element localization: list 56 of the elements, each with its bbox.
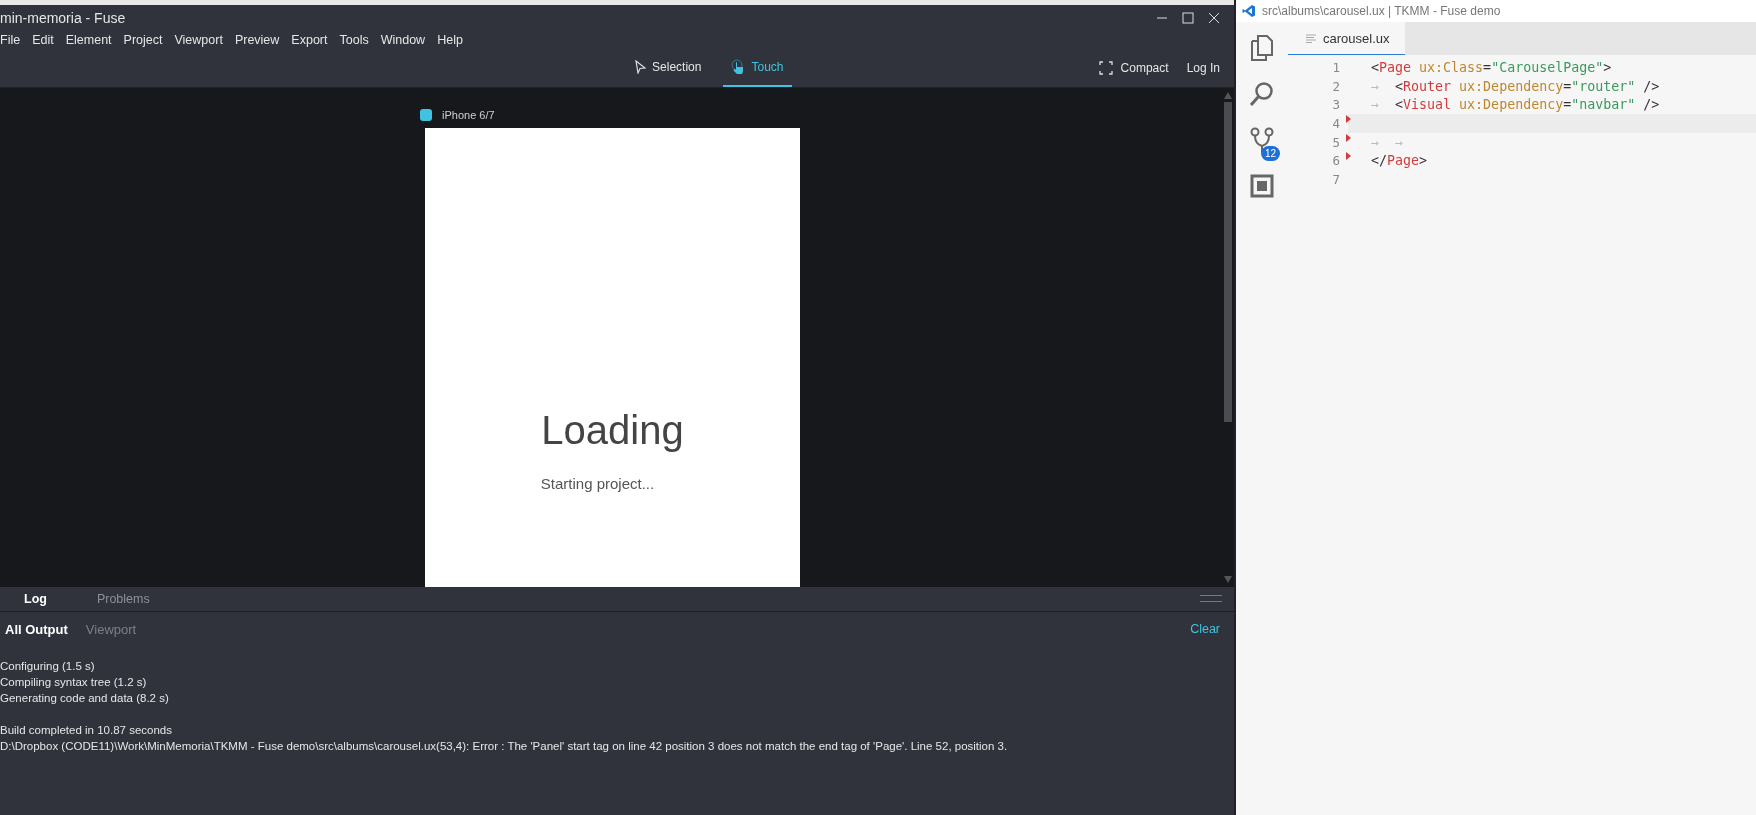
log-line: D:\Dropbox (CODE11)\Work\MinMemoria\TKMM - Fuse demo\src\albums\carousel.ux(53,4): Error : The 'Panel' start tag on line 42 position 3 does not match the end tag of 'Page'. Line 52, position 3. [0, 739, 1009, 754]
scroll-up-icon[interactable] [1224, 92, 1232, 99]
log-line: Configuring (1.5 s) [0, 659, 96, 674]
code-text: → <Router ux:Dependency="router" /> [1371, 78, 1660, 94]
cursor-icon [635, 60, 647, 74]
maximize-icon[interactable] [1182, 12, 1194, 24]
line-number: 5 [1331, 134, 1340, 150]
menu-item[interactable]: Help [437, 33, 463, 47]
compact-button[interactable]: Compact [1098, 61, 1169, 75]
mode-tab[interactable]: Selection [627, 49, 710, 87]
window-title: min-memoria - Fuse [0, 10, 126, 26]
menu-item[interactable]: Window [380, 33, 426, 47]
line-number: 7 [1331, 171, 1340, 187]
device-label: iPhone 6/7 [442, 109, 495, 121]
code-text: → → [1371, 134, 1404, 150]
lines-icon [1306, 33, 1316, 43]
panel-tab[interactable]: Problems [96, 592, 150, 606]
loading-heading: Loading [541, 408, 684, 453]
hand-icon [731, 59, 746, 75]
editor-tab[interactable]: carousel.ux [1288, 22, 1405, 55]
menu-item[interactable]: Project [123, 33, 163, 47]
expand-corners-icon [1098, 61, 1113, 75]
panel-tab[interactable]: Log [24, 592, 47, 606]
menu-item[interactable]: Preview [234, 33, 280, 47]
changes-count-badge: 12 [1260, 146, 1280, 161]
status-text: Starting project... [540, 475, 655, 492]
search-icon[interactable] [1249, 81, 1275, 107]
login-button[interactable]: Log In [1186, 61, 1220, 75]
device-icon [420, 109, 432, 121]
code-text: </Page> [1371, 153, 1428, 169]
menu-item[interactable]: Element [65, 33, 112, 47]
extensions-icon[interactable] [1250, 174, 1274, 198]
files-icon[interactable] [1251, 35, 1273, 61]
output-filter-tab[interactable]: All Output [5, 621, 68, 637]
scrollbar-thumb[interactable] [1224, 102, 1232, 422]
menu-item[interactable]: Export [291, 33, 328, 47]
clear-link[interactable]: Clear [1190, 622, 1220, 636]
drag-handle-icon[interactable] [1200, 595, 1222, 602]
menu-item[interactable]: Edit [32, 33, 54, 47]
line-number: 4 [1331, 115, 1340, 131]
log-line: Generating code and data (8.2 s) [0, 691, 170, 706]
editor-window-title: src\albums\carousel.ux | TKMM - Fuse demo [1262, 4, 1501, 18]
line-number: 1 [1331, 59, 1340, 75]
line-number: 3 [1331, 97, 1340, 113]
close-icon[interactable] [1208, 12, 1220, 24]
menu-item[interactable]: File [0, 33, 21, 47]
code-text: <Page ux:Class="CarouselPage"> [1371, 59, 1612, 75]
code-text: → <Visual ux:Dependency="navbar" /> [1371, 97, 1660, 113]
line-number: 2 [1331, 78, 1340, 94]
menu-item[interactable]: Tools [339, 33, 369, 47]
line-number: 6 [1331, 153, 1340, 169]
editor-logo-icon [1242, 4, 1256, 18]
scroll-down-icon[interactable] [1224, 576, 1232, 583]
log-line: Build completed in 10.87 seconds [0, 723, 173, 738]
menu-item[interactable]: Viewport [174, 33, 223, 47]
log-line: Compiling syntax tree (1.2 s) [0, 675, 148, 690]
